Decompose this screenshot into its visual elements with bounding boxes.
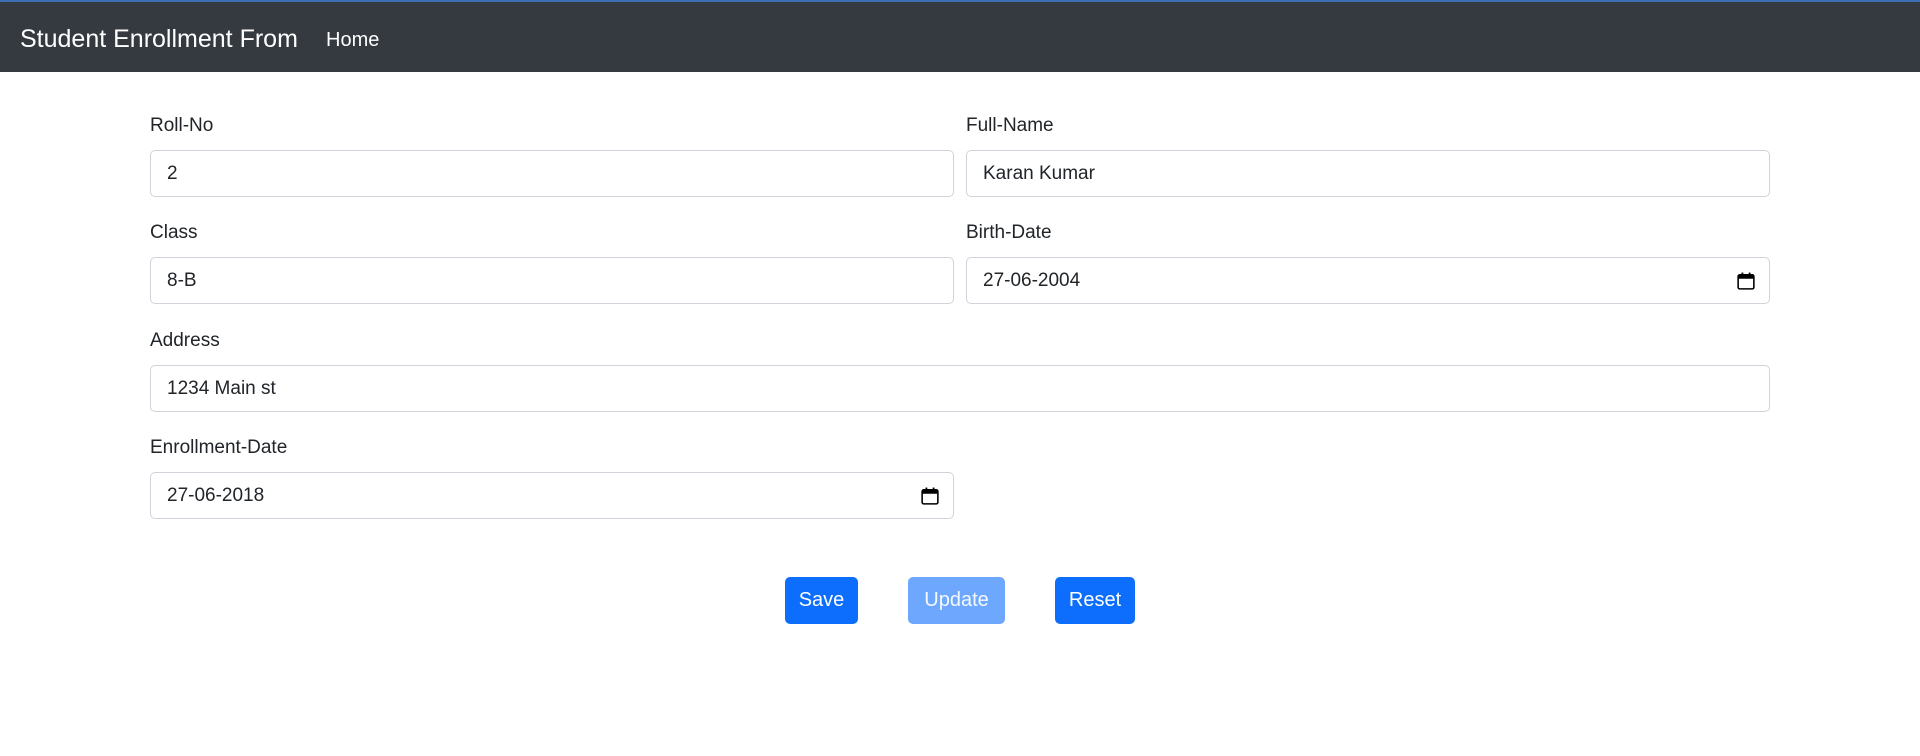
reset-button[interactable]: Reset bbox=[1055, 577, 1135, 624]
birth-date-value: 27-06-2004 bbox=[983, 270, 1081, 291]
address-value: 1234 Main st bbox=[167, 378, 276, 399]
update-button[interactable]: Update bbox=[908, 577, 1005, 624]
address-input[interactable]: 1234 Main st bbox=[150, 365, 1770, 412]
navbar-brand[interactable]: Student Enrollment From bbox=[20, 22, 298, 56]
enrollment-date-label: Enrollment-Date bbox=[150, 437, 288, 458]
roll-no-value: 2 bbox=[167, 163, 178, 184]
birth-date-input[interactable]: 27-06-2004 bbox=[966, 257, 1770, 304]
class-label: Class bbox=[150, 222, 198, 243]
calendar-icon[interactable] bbox=[921, 487, 939, 505]
nav-link-home[interactable]: Home bbox=[326, 26, 379, 54]
birth-date-label: Birth-Date bbox=[966, 222, 1052, 243]
roll-no-label: Roll-No bbox=[150, 115, 214, 136]
address-label: Address bbox=[150, 330, 220, 351]
enrollment-date-input[interactable]: 27-06-2018 bbox=[150, 472, 954, 519]
calendar-icon[interactable] bbox=[1737, 272, 1755, 290]
save-button[interactable]: Save bbox=[785, 577, 858, 624]
class-input[interactable]: 8-B bbox=[150, 257, 954, 304]
full-name-label: Full-Name bbox=[966, 115, 1054, 136]
navbar: Student Enrollment From Home bbox=[0, 0, 1920, 72]
roll-no-input[interactable]: 2 bbox=[150, 150, 954, 197]
class-value: 8-B bbox=[167, 270, 197, 291]
enrollment-date-value: 27-06-2018 bbox=[167, 485, 265, 506]
full-name-input[interactable]: Karan Kumar bbox=[966, 150, 1770, 197]
full-name-value: Karan Kumar bbox=[983, 163, 1095, 184]
